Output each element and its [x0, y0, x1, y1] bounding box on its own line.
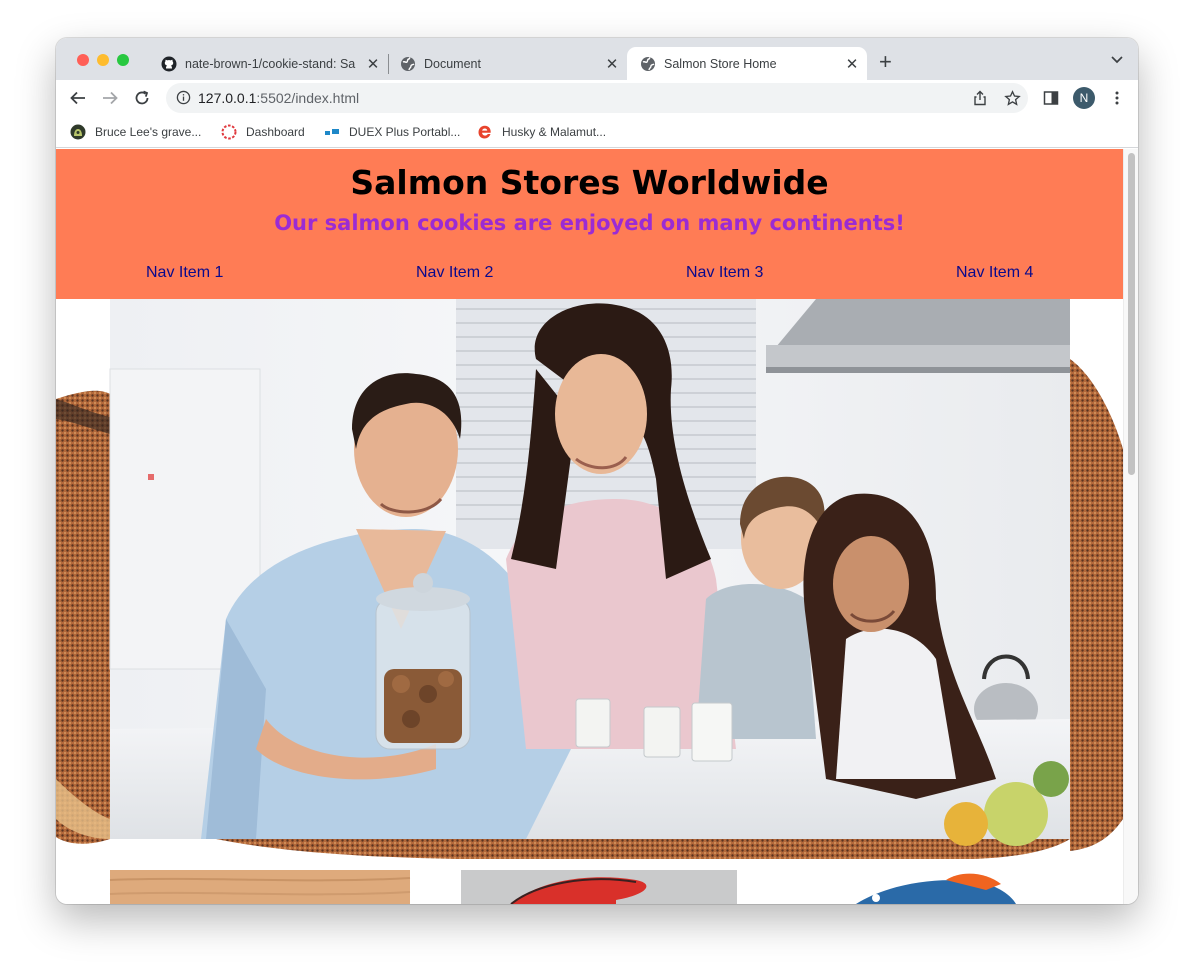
share-button[interactable]	[968, 86, 992, 110]
globe-icon	[400, 56, 416, 72]
close-tab-icon[interactable]: ✕	[364, 55, 382, 73]
bookmark-label: Husky & Malamut...	[502, 125, 607, 139]
findagrave-icon	[70, 124, 86, 140]
address-bar[interactable]: 127.0.0.1:5502/index.html	[166, 83, 1028, 113]
scrollbar-thumb[interactable]	[1128, 153, 1135, 475]
bookmark-label: DUEX Plus Portabl...	[349, 125, 461, 139]
site-info-icon[interactable]	[176, 90, 191, 110]
profile-avatar[interactable]: N	[1073, 87, 1095, 109]
side-panel-button[interactable]	[1039, 86, 1063, 110]
tab-document[interactable]: Document ✕	[387, 47, 627, 80]
close-tab-icon[interactable]: ✕	[603, 55, 621, 73]
back-arrow-icon	[70, 91, 85, 105]
hero-illustration	[56, 299, 1123, 860]
bookmark-label: Dashboard	[246, 125, 305, 139]
share-icon	[974, 90, 986, 106]
bookmark-star-button[interactable]	[1000, 86, 1024, 110]
e-logo-icon	[477, 124, 493, 140]
product-thumbnails	[109, 870, 1016, 904]
tab-title: nate-brown-1/cookie-stand: Sa	[185, 56, 356, 71]
product-images-row	[56, 870, 1123, 904]
side-panel-icon	[1043, 91, 1059, 105]
vertical-scrollbar[interactable]	[1123, 149, 1138, 904]
star-icon	[1003, 89, 1021, 106]
tab-search-button[interactable]	[1110, 52, 1124, 71]
globe-icon	[640, 56, 656, 72]
maximize-window-button[interactable]	[117, 54, 129, 66]
bookmarks-bar: Bruce Lee's grave... Dashboard DUEX Plus…	[56, 116, 1138, 148]
new-tab-button[interactable]: +	[879, 50, 892, 74]
cookie-jar	[375, 573, 471, 750]
back-button[interactable]	[66, 86, 90, 110]
nav-item-4[interactable]: Nav Item 4	[956, 264, 1033, 282]
salmon-illustration-image	[461, 870, 737, 904]
nav-item-2[interactable]: Nav Item 2	[416, 264, 493, 282]
url-text: 127.0.0.1:5502/index.html	[198, 90, 359, 106]
bookmark-husky[interactable]: Husky & Malamut...	[477, 124, 606, 140]
reload-button[interactable]	[130, 86, 154, 110]
chevron-down-icon	[1111, 56, 1123, 64]
toolbar: 127.0.0.1:5502/index.html N	[56, 80, 1138, 116]
tab-github[interactable]: nate-brown-1/cookie-stand: Sa ✕	[148, 47, 388, 80]
url-host: 127.0.0.1	[198, 90, 257, 106]
family-kitchen-photo	[109, 299, 1070, 846]
nav-item-1[interactable]: Nav Item 1	[146, 264, 223, 282]
dashboard-icon	[221, 124, 237, 140]
url-path: :5502/index.html	[256, 90, 360, 106]
minimize-window-button[interactable]	[97, 54, 109, 66]
browser-menu-button[interactable]	[1105, 86, 1129, 110]
tab-salmon-store-home[interactable]: Salmon Store Home ✕	[627, 47, 867, 80]
close-tab-icon[interactable]: ✕	[843, 55, 861, 73]
github-icon	[161, 56, 177, 72]
bookmark-dashboard[interactable]: Dashboard	[221, 124, 305, 140]
hero-section	[56, 299, 1123, 860]
bookmark-bruce-lee[interactable]: Bruce Lee's grave...	[70, 124, 201, 140]
bookmark-duex[interactable]: DUEX Plus Portabl...	[324, 124, 460, 140]
page-title: Salmon Stores Worldwide	[350, 163, 829, 202]
close-window-button[interactable]	[77, 54, 89, 66]
fish-cartoon-image	[856, 873, 1016, 904]
wood-texture-image	[109, 870, 411, 904]
browser-window: nate-brown-1/cookie-stand: Sa ✕ Document…	[56, 38, 1138, 904]
tab-strip: nate-brown-1/cookie-stand: Sa ✕ Document…	[56, 38, 1138, 80]
forward-button[interactable]	[98, 86, 122, 110]
forward-arrow-icon	[103, 91, 118, 105]
bookmark-label: Bruce Lee's grave...	[95, 125, 202, 139]
site-header: Salmon Stores Worldwide Our salmon cooki…	[56, 149, 1123, 299]
page-viewport: Salmon Stores Worldwide Our salmon cooki…	[56, 149, 1138, 904]
page-subtitle: Our salmon cookies are enjoyed on many c…	[274, 211, 905, 235]
tab-title: Document	[424, 56, 481, 71]
reload-icon	[135, 90, 149, 105]
kebab-menu-icon	[1115, 91, 1119, 105]
nav-item-3[interactable]: Nav Item 3	[686, 264, 763, 282]
duex-icon	[324, 124, 340, 140]
tab-title: Salmon Store Home	[664, 56, 777, 71]
